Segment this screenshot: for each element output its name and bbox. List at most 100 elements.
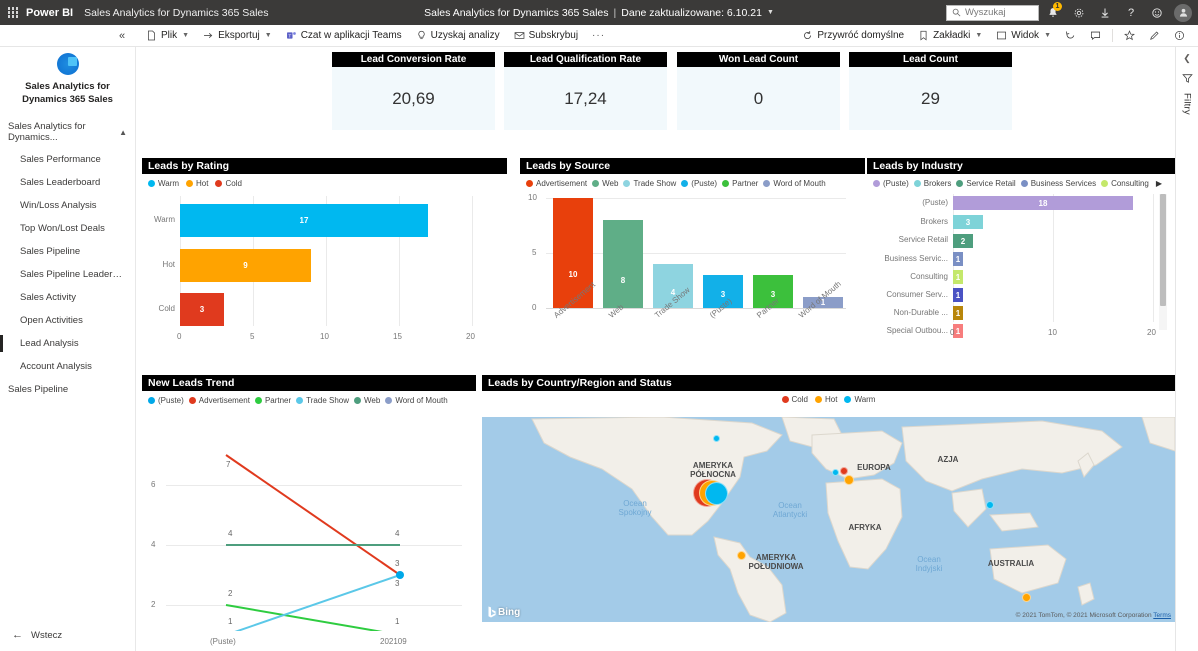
bar-web[interactable]: 8 [603, 220, 643, 308]
legend-item[interactable]: (Puste) [681, 179, 717, 188]
kpi-card-won-lead-count[interactable]: Won Lead Count 0 [677, 52, 840, 130]
visual-leads-by-industry[interactable]: Leads by Industry (Puste) Brokers Servic… [867, 158, 1175, 366]
help-button[interactable]: ? [1119, 0, 1143, 25]
cmd-info[interactable] [1167, 25, 1192, 47]
bar-cold[interactable]: 3 [180, 293, 224, 326]
bar-puste[interactable]: 18 [953, 196, 1133, 210]
bar-hot[interactable]: 9 [180, 249, 311, 282]
cmd-export[interactable]: Eksportuj ▼ [196, 25, 279, 47]
sidebar-item-account-analysis[interactable]: Account Analysis [0, 355, 135, 378]
legend-item[interactable]: Hot [814, 395, 837, 404]
kpi-card-lead-count[interactable]: Lead Count 29 [849, 52, 1012, 130]
map-bubble-canada-warm[interactable] [713, 435, 720, 442]
waffle-grid-icon[interactable] [0, 7, 26, 18]
cmd-favorite[interactable] [1117, 25, 1142, 47]
legend-item[interactable]: (Puste) [148, 396, 184, 405]
sidebar-item-sales-pipeline[interactable]: Sales Pipeline [0, 240, 135, 263]
line-trade-show[interactable] [226, 574, 401, 631]
map-bubble-south-america-hot[interactable] [737, 551, 746, 560]
legend-item[interactable]: Web [592, 179, 618, 188]
sidebar-item-sales-leaderboard[interactable]: Sales Leaderboard [0, 171, 135, 194]
chevron-left-icon[interactable]: ❮ [1183, 53, 1191, 64]
map-bubble-us-warm[interactable] [705, 482, 728, 505]
marker-puste[interactable] [396, 571, 404, 579]
line-advertisement[interactable] [225, 454, 401, 576]
topbar-app-name[interactable]: Sales Analytics for Dynamics 365 Sales [84, 7, 268, 19]
bar-business-services[interactable]: 1 [953, 252, 963, 266]
bar-service-retail[interactable]: 2 [953, 234, 973, 248]
cmd-view[interactable]: Widok ▼ [989, 25, 1058, 47]
kpi-card-lead-qualification-rate[interactable]: Lead Qualification Rate 17,24 [504, 52, 667, 130]
data-updated-dropdown[interactable]: Dane zaktualizowane: 6.10.21 ▼ [621, 7, 774, 19]
bar-consulting[interactable]: 1 [953, 270, 963, 284]
legend-item[interactable]: Trade Show [296, 396, 349, 405]
bar-non-durable[interactable]: 1 [953, 306, 963, 320]
legend-item[interactable]: Advertisement [526, 179, 587, 188]
avatar[interactable] [1174, 3, 1192, 22]
search-input[interactable]: Wyszukaj [946, 4, 1039, 21]
bing-logo[interactable]: Bing [488, 606, 520, 618]
sidebar-item-sales-pipeline-root[interactable]: Sales Pipeline [0, 378, 135, 401]
legend-item[interactable]: Business Services [1020, 179, 1096, 188]
legend-item[interactable]: Warm [844, 395, 875, 404]
cmd-get-insights[interactable]: Uzyskaj analizy [409, 25, 507, 47]
bar-special-outbound[interactable]: 1 [953, 324, 963, 338]
sidebar-item-open-activities[interactable]: Open Activities [0, 309, 135, 332]
legend-item[interactable]: Web [354, 396, 380, 405]
legend-item[interactable]: Hot [186, 179, 208, 188]
sidebar-group-header[interactable]: Sales Analytics for Dynamics... ▲ [0, 116, 135, 148]
notifications-button[interactable]: 1 [1041, 0, 1065, 25]
collapse-nav-button[interactable]: « [113, 25, 131, 47]
cmd-comments[interactable] [1083, 25, 1108, 47]
legend-item[interactable]: Cold [215, 179, 242, 188]
settings-button[interactable] [1067, 0, 1091, 25]
cmd-file[interactable]: Plik ▼ [139, 25, 196, 47]
bar-consumer-services[interactable]: 1 [953, 288, 963, 302]
visual-leads-by-source[interactable]: Leads by Source Advertisement Web Trade … [520, 158, 865, 366]
map-bubble-newzealand-hot[interactable] [1022, 593, 1031, 602]
cmd-refresh[interactable] [1058, 25, 1083, 47]
download-button[interactable] [1093, 0, 1117, 25]
legend-item[interactable]: Brokers [913, 179, 951, 188]
cmd-bookmarks[interactable]: Zakładki ▼ [911, 25, 989, 47]
cmd-subscribe[interactable]: Subskrybuj [507, 25, 585, 47]
sidebar-item-sales-activity[interactable]: Sales Activity [0, 286, 135, 309]
legend-item[interactable]: Consulting [1101, 179, 1149, 188]
legend-item[interactable]: Cold [781, 395, 808, 404]
sidebar-item-win-loss-analysis[interactable]: Win/Loss Analysis [0, 194, 135, 217]
filter-funnel-icon[interactable] [1181, 73, 1193, 84]
bar-brokers[interactable]: 3 [953, 215, 983, 229]
powerbi-brand[interactable]: Power BI [26, 7, 73, 19]
legend-item[interactable]: Partner [254, 396, 291, 405]
filter-pane-label[interactable]: Filtry [1182, 93, 1193, 115]
legend-item[interactable]: Service Retail [956, 179, 1016, 188]
legend-item[interactable]: Trade Show [623, 179, 676, 188]
feedback-button[interactable] [1145, 0, 1169, 25]
cmd-teams-chat[interactable]: T Czat w aplikacji Teams [279, 25, 409, 47]
legend-item[interactable]: Advertisement [188, 396, 250, 405]
cmd-reset-defaults[interactable]: Przywróć domyślne [795, 25, 911, 47]
map-bubble-europe-cold[interactable] [840, 467, 848, 475]
legend-item[interactable]: Word of Mouth [763, 179, 826, 188]
map-bubble-europe-hot[interactable] [844, 475, 854, 485]
cmd-edit[interactable] [1142, 25, 1167, 47]
legend-item[interactable]: Warm [148, 179, 179, 188]
map-bubble-europe-warm[interactable] [832, 469, 839, 476]
bar-warm[interactable]: 17 [180, 204, 428, 237]
legend-item[interactable]: Partner [722, 179, 758, 188]
sidebar-item-top-won-lost-deals[interactable]: Top Won/Lost Deals [0, 217, 135, 240]
kpi-card-lead-conversion-rate[interactable]: Lead Conversion Rate 20,69 [332, 52, 495, 130]
cmd-overflow[interactable]: ··· [585, 25, 612, 47]
chevron-right-icon[interactable]: ▶ [1156, 179, 1162, 188]
sidebar-item-sales-performance[interactable]: Sales Performance [0, 148, 135, 171]
sidebar-item-lead-analysis[interactable]: Lead Analysis [0, 332, 135, 355]
legend-item[interactable]: (Puste) [873, 179, 909, 188]
visual-new-leads-trend[interactable]: New Leads Trend (Puste) Advertisement Pa… [142, 375, 476, 646]
line-partner[interactable] [225, 604, 400, 631]
legend-item[interactable]: Word of Mouth [385, 396, 448, 405]
back-button[interactable]: ← Wstecz [0, 621, 135, 651]
scrollbar-thumb[interactable] [1160, 194, 1166, 306]
industry-scrollbar[interactable] [1159, 194, 1167, 330]
visual-leads-by-country-status[interactable]: Leads by Country/Region and Status Cold … [482, 375, 1175, 637]
bing-map[interactable]: AMERYKA PÓŁNOCNA AMERYKA POŁUDNIOWA EURO… [482, 417, 1175, 622]
